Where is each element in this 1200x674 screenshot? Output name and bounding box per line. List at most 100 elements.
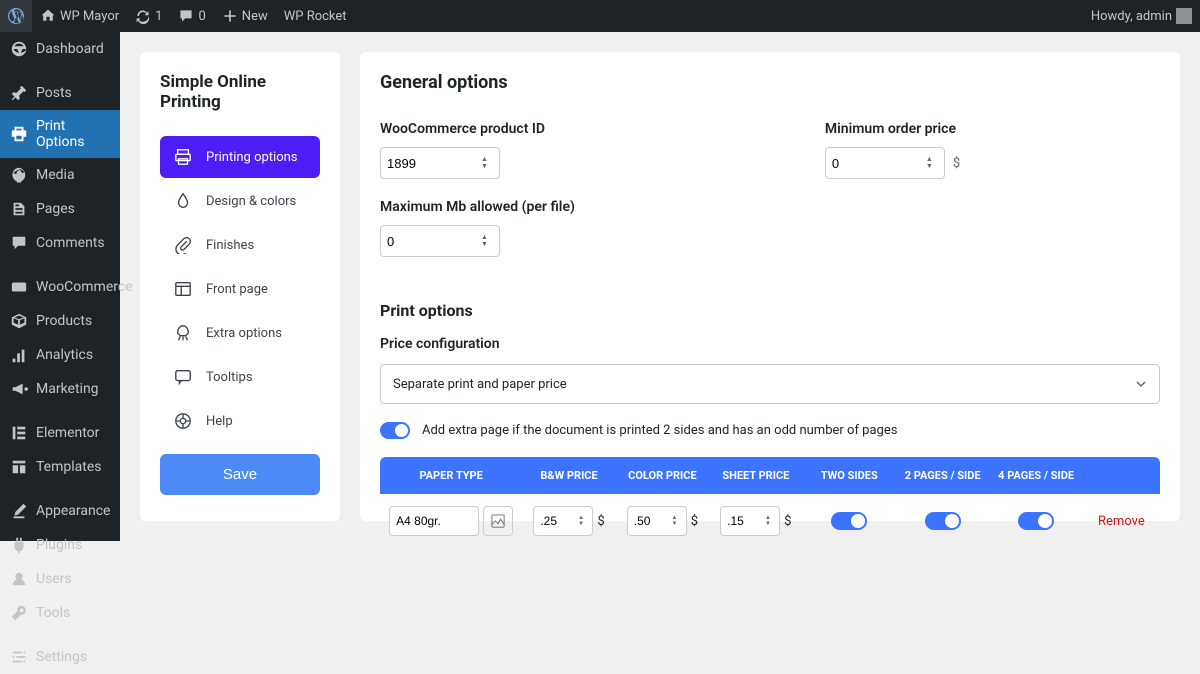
wordpress-icon	[8, 8, 24, 24]
tooltip-icon	[174, 368, 192, 386]
chevron-down-icon	[1135, 378, 1147, 390]
tab-extra-options[interactable]: Extra options	[160, 312, 320, 354]
product-id-input-wrap: ▲▼	[380, 147, 500, 179]
appearance-icon	[10, 502, 28, 520]
site-name-text: WP Mayor	[60, 9, 119, 24]
paper-type-input[interactable]	[396, 514, 472, 528]
tab-label: Front page	[206, 282, 268, 297]
marketing-icon	[10, 380, 28, 398]
save-button[interactable]: Save	[160, 454, 320, 495]
tab-finishes[interactable]: Finishes	[160, 224, 320, 266]
print-icon	[10, 125, 28, 143]
tab-label: Finishes	[206, 238, 254, 253]
min-order-input[interactable]	[832, 156, 926, 171]
tab-printing-options[interactable]: Printing options	[160, 136, 320, 178]
home-icon	[40, 8, 56, 24]
menu-item-woocommerce[interactable]: WooCommerce	[0, 270, 120, 304]
menu-item-media[interactable]: Media	[0, 158, 120, 192]
menu-item-users[interactable]: Users	[0, 562, 120, 596]
layout-icon	[174, 280, 192, 298]
tab-label: Tooltips	[206, 370, 253, 385]
min-order-label: Minimum order price	[825, 121, 960, 137]
menu-item-label: Posts	[36, 85, 72, 101]
analytics-icon	[10, 346, 28, 364]
spinner-icon[interactable]: ▲▼	[481, 156, 493, 170]
spinner-icon[interactable]: ▲▼	[672, 515, 680, 527]
currency-label: $	[953, 156, 960, 171]
four-pages-side-toggle[interactable]	[1018, 512, 1054, 530]
two-sides-toggle[interactable]	[831, 512, 867, 530]
menu-item-elementor[interactable]: Elementor	[0, 416, 120, 450]
dashboard-icon	[10, 40, 28, 58]
tab-front-page[interactable]: Front page	[160, 268, 320, 310]
price-config-label: Price configuration	[380, 336, 1160, 352]
menu-item-tools[interactable]: Tools	[0, 596, 120, 630]
remove-row-button[interactable]: Remove	[1098, 514, 1145, 529]
tab-help[interactable]: Help	[160, 400, 320, 442]
help-icon	[174, 412, 192, 430]
menu-item-settings[interactable]: Settings	[0, 640, 120, 674]
tab-tooltips[interactable]: Tooltips	[160, 356, 320, 398]
main-panel: General options WooCommerce product ID ▲…	[360, 52, 1180, 521]
column-header: 4 PAGES / SIDE	[989, 457, 1082, 494]
price-config-select[interactable]: Separate print and paper price	[380, 364, 1160, 404]
menu-item-plugins[interactable]: Plugins	[0, 528, 120, 562]
odd-pages-toggle[interactable]	[380, 422, 410, 439]
odd-pages-toggle-label: Add extra page if the document is printe…	[422, 423, 897, 438]
max-mb-input-wrap: ▲▼	[380, 225, 500, 257]
wprocket-link[interactable]: WP Rocket	[276, 0, 355, 32]
two-pages-side-toggle[interactable]	[925, 512, 961, 530]
max-mb-input[interactable]	[387, 234, 481, 249]
elementor-icon	[10, 424, 28, 442]
spinner-icon[interactable]: ▲▼	[578, 515, 586, 527]
table-row: ▲▼ $ ▲▼ $ ▲▼ $ Remove	[380, 494, 1160, 541]
menu-item-products[interactable]: Products	[0, 304, 120, 338]
sheet-price-input[interactable]	[727, 514, 765, 528]
comment-icon	[10, 234, 28, 252]
column-header: PAPER TYPE	[380, 457, 522, 494]
user-menu[interactable]: Howdy, admin	[1083, 0, 1200, 32]
max-mb-label: Maximum Mb allowed (per file)	[380, 199, 575, 215]
comments-link[interactable]: 0	[170, 0, 213, 32]
updates-count: 1	[155, 9, 162, 24]
wp-logo-menu[interactable]	[0, 0, 32, 32]
new-content-link[interactable]: New	[214, 0, 276, 32]
settings-icon	[10, 648, 28, 666]
pages-icon	[10, 200, 28, 218]
menu-item-print-options[interactable]: Print Options	[0, 110, 120, 158]
updates-link[interactable]: 1	[127, 0, 170, 32]
wprocket-label: WP Rocket	[284, 9, 347, 24]
menu-item-label: Pages	[36, 201, 75, 217]
tab-label: Extra options	[206, 326, 282, 341]
menu-item-label: Dashboard	[36, 41, 104, 57]
menu-item-label: Tools	[36, 605, 70, 621]
print-options-heading: Print options	[380, 301, 1160, 320]
tools-icon	[10, 604, 28, 622]
menu-item-comments[interactable]: Comments	[0, 226, 120, 260]
menu-item-appearance[interactable]: Appearance	[0, 494, 120, 528]
menu-item-dashboard[interactable]: Dashboard	[0, 32, 120, 66]
product-id-input[interactable]	[387, 156, 481, 171]
menu-item-pages[interactable]: Pages	[0, 192, 120, 226]
rocket-icon	[174, 324, 192, 342]
menu-item-templates[interactable]: Templates	[0, 450, 120, 484]
tab-label: Design & colors	[206, 194, 296, 209]
box-icon	[10, 312, 28, 330]
tab-label: Help	[206, 414, 233, 429]
bw-price-input[interactable]	[540, 514, 578, 528]
column-header: TWO SIDES	[803, 457, 896, 494]
color-price-input[interactable]	[634, 514, 672, 528]
tab-design-colors[interactable]: Design & colors	[160, 180, 320, 222]
menu-item-analytics[interactable]: Analytics	[0, 338, 120, 372]
menu-item-posts[interactable]: Posts	[0, 76, 120, 110]
avatar	[1176, 8, 1192, 24]
column-header: 2 PAGES / SIDE	[896, 457, 989, 494]
upload-image-button[interactable]	[483, 506, 513, 536]
spinner-icon[interactable]: ▲▼	[481, 234, 493, 248]
spinner-icon[interactable]: ▲▼	[765, 515, 773, 527]
plugin-title: Simple Online Printing	[160, 72, 320, 112]
site-name-link[interactable]: WP Mayor	[32, 0, 127, 32]
menu-item-label: Settings	[36, 649, 87, 665]
spinner-icon[interactable]: ▲▼	[926, 156, 938, 170]
menu-item-marketing[interactable]: Marketing	[0, 372, 120, 406]
